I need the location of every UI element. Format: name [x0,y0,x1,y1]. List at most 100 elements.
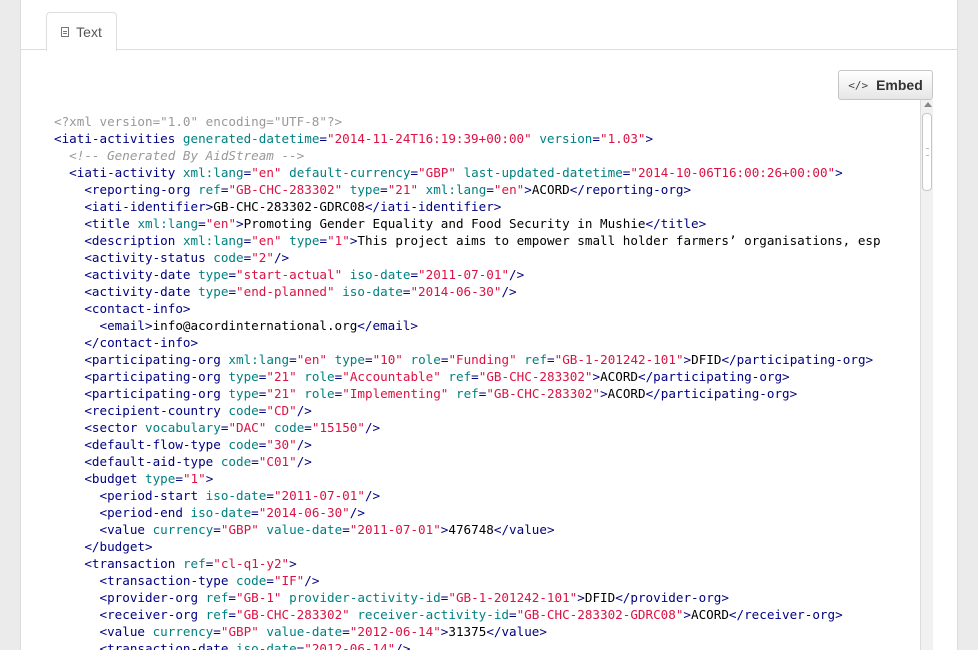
code-token-tag: <transaction [84,556,176,571]
code-line: <participating-org type="21" role="Imple… [54,385,921,402]
code-token-val: "GB-CHC-283302" [478,369,593,384]
code-line: <default-aid-type code="C01"/> [54,453,921,470]
code-token-tag: = [266,573,274,588]
code-token-tag: <iati-activity [69,165,176,180]
code-line: <participating-org type="21" role="Accou… [54,368,921,385]
code-icon: </> [848,78,869,92]
code-token-tag: > [289,556,297,571]
tab-text-label: Text [76,24,102,40]
code-token-tag: <value [99,624,146,639]
code-token-txt: GB-CHC-283302-GDRC08 [213,199,365,214]
code-token-attr: iso-date [205,488,267,503]
code-token-attr: value-date [266,624,343,639]
code-token-tag: > [236,216,244,231]
code-line: <iati-identifier>GB-CHC-283302-GDRC08</i… [54,198,921,215]
scroll-up-arrow-icon[interactable] [924,102,932,107]
code-token-tag: = [304,420,312,435]
code-token-tag: <default-aid-type [84,454,214,469]
code-token-val: "2014-06-30" [410,284,502,299]
code-token-attr: code [236,573,267,588]
code-token-pi: <?xml version="1.0" encoding="UTF-8"?> [54,114,343,129]
code-token-val: "2014-06-30" [258,505,350,520]
code-token-tag: </reporting-org> [569,182,692,197]
code-token-txt: This project aims to empower small holde… [357,233,881,248]
code-token-val: "2011-07-01" [349,522,441,537]
code-token-tag: = [319,233,328,248]
code-token-val: "en" [296,352,328,367]
code-token-tag: > [835,165,843,180]
code-line: <period-end iso-date="2014-06-30"/> [54,504,921,521]
code-line: <default-flow-type code="30"/> [54,436,921,453]
code-token-attr: iso-date [190,505,252,520]
code-token-tag: /> [395,641,411,650]
code-token-tag: </participating-org> [721,352,874,367]
code-token-val: "1" [182,471,206,486]
code-token-val: "21" [387,182,419,197]
code-token-tag: = [410,165,419,180]
code-token-tag: /> [364,488,381,503]
code-token-tag: <transaction-type [99,573,229,588]
code-token-attr: ref [198,182,221,197]
code-token-val: "Implementing" [342,386,449,401]
vertical-scrollbar[interactable] [920,100,933,650]
code-token-attr: ref [182,556,206,571]
code-token-attr: iso-date [349,267,411,282]
code-token-tag: <recipient-country [84,403,221,418]
code-token-attr: xml:lang [228,352,290,367]
code-token-attr: currency [152,522,214,537]
code-token-attr: role [410,352,441,367]
code-token-val: "cl-q1-y2" [213,556,290,571]
tab-text[interactable]: Text [46,12,117,51]
code-token-tag: = [175,471,183,486]
code-token-txt: ACORD [600,369,638,384]
code-token-tag: <reporting-org [84,182,191,197]
code-token-attr: code [213,250,244,265]
code-token-val: "GB-CHC-283302" [236,607,350,622]
code-line: <recipient-country code="CD"/> [54,402,921,419]
code-token-tag: <value [99,522,146,537]
code-line: <description xml:lang="en" type="1">This… [54,232,921,249]
code-token-tag: /> [296,403,312,418]
xml-viewer-panel: Text </> Embed <?xml version="1.0" encod… [20,0,958,650]
code-line: <activity-status code="2"/> [54,249,921,266]
code-line: <transaction ref="cl-q1-y2"> [54,555,921,572]
code-token-val: "DAC" [228,420,267,435]
code-token-attr: role [304,386,335,401]
code-line: <activity-date type="end-planned" iso-da… [54,283,921,300]
code-token-tag: <budget [84,471,138,486]
code-token-attr: receiver-activity-id [357,607,509,622]
embed-button[interactable]: </> Embed [838,70,933,100]
code-token-tag: <activity-date [84,284,191,299]
code-token-tag: = [471,369,479,384]
code-token-attr: ref [524,352,548,367]
code-token-val: "10" [372,352,403,367]
code-token-txt: DFID [691,352,722,367]
code-token-val: "en" [251,233,282,248]
code-line: <value currency="GBP" value-date="2011-0… [54,521,921,538]
grip-icon [926,148,929,156]
code-token-attr: vocabulary [145,420,221,435]
code-token-attr: iso-date [236,641,297,650]
code-token-tag: /> [349,505,365,520]
code-token-attr: ref [205,590,229,605]
code-token-attr: xml:lang [137,216,199,231]
code-token-attr: default-currency [289,165,411,180]
scrollbar-thumb[interactable] [922,113,932,191]
code-token-attr: type [228,369,259,384]
code-token-tag: = [266,488,274,503]
code-token-tag: <default-flow-type [84,437,221,452]
code-token-val: "GB-CHC-283302-GDRC08" [516,607,684,622]
code-token-tag: </budget> [84,539,153,554]
code-token-tag: <iati-activities [54,131,176,146]
code-token-tag: <contact-info> [84,301,191,316]
code-token-attr: code [273,420,305,435]
code-token-tag: = [486,182,494,197]
xml-code-view[interactable]: <?xml version="1.0" encoding="UTF-8"?> <i… [54,113,921,650]
code-token-tag: = [592,131,600,146]
code-token-val: "2011-07-01" [273,488,365,503]
code-token-val: "GBP" [220,522,259,537]
code-line: <iati-activity xml:lang = "en" default-cur… [54,164,921,181]
code-token-attr: iso-date [342,284,403,299]
code-token-val: "IF" [273,573,305,588]
code-line: <contact-info> [54,300,921,317]
